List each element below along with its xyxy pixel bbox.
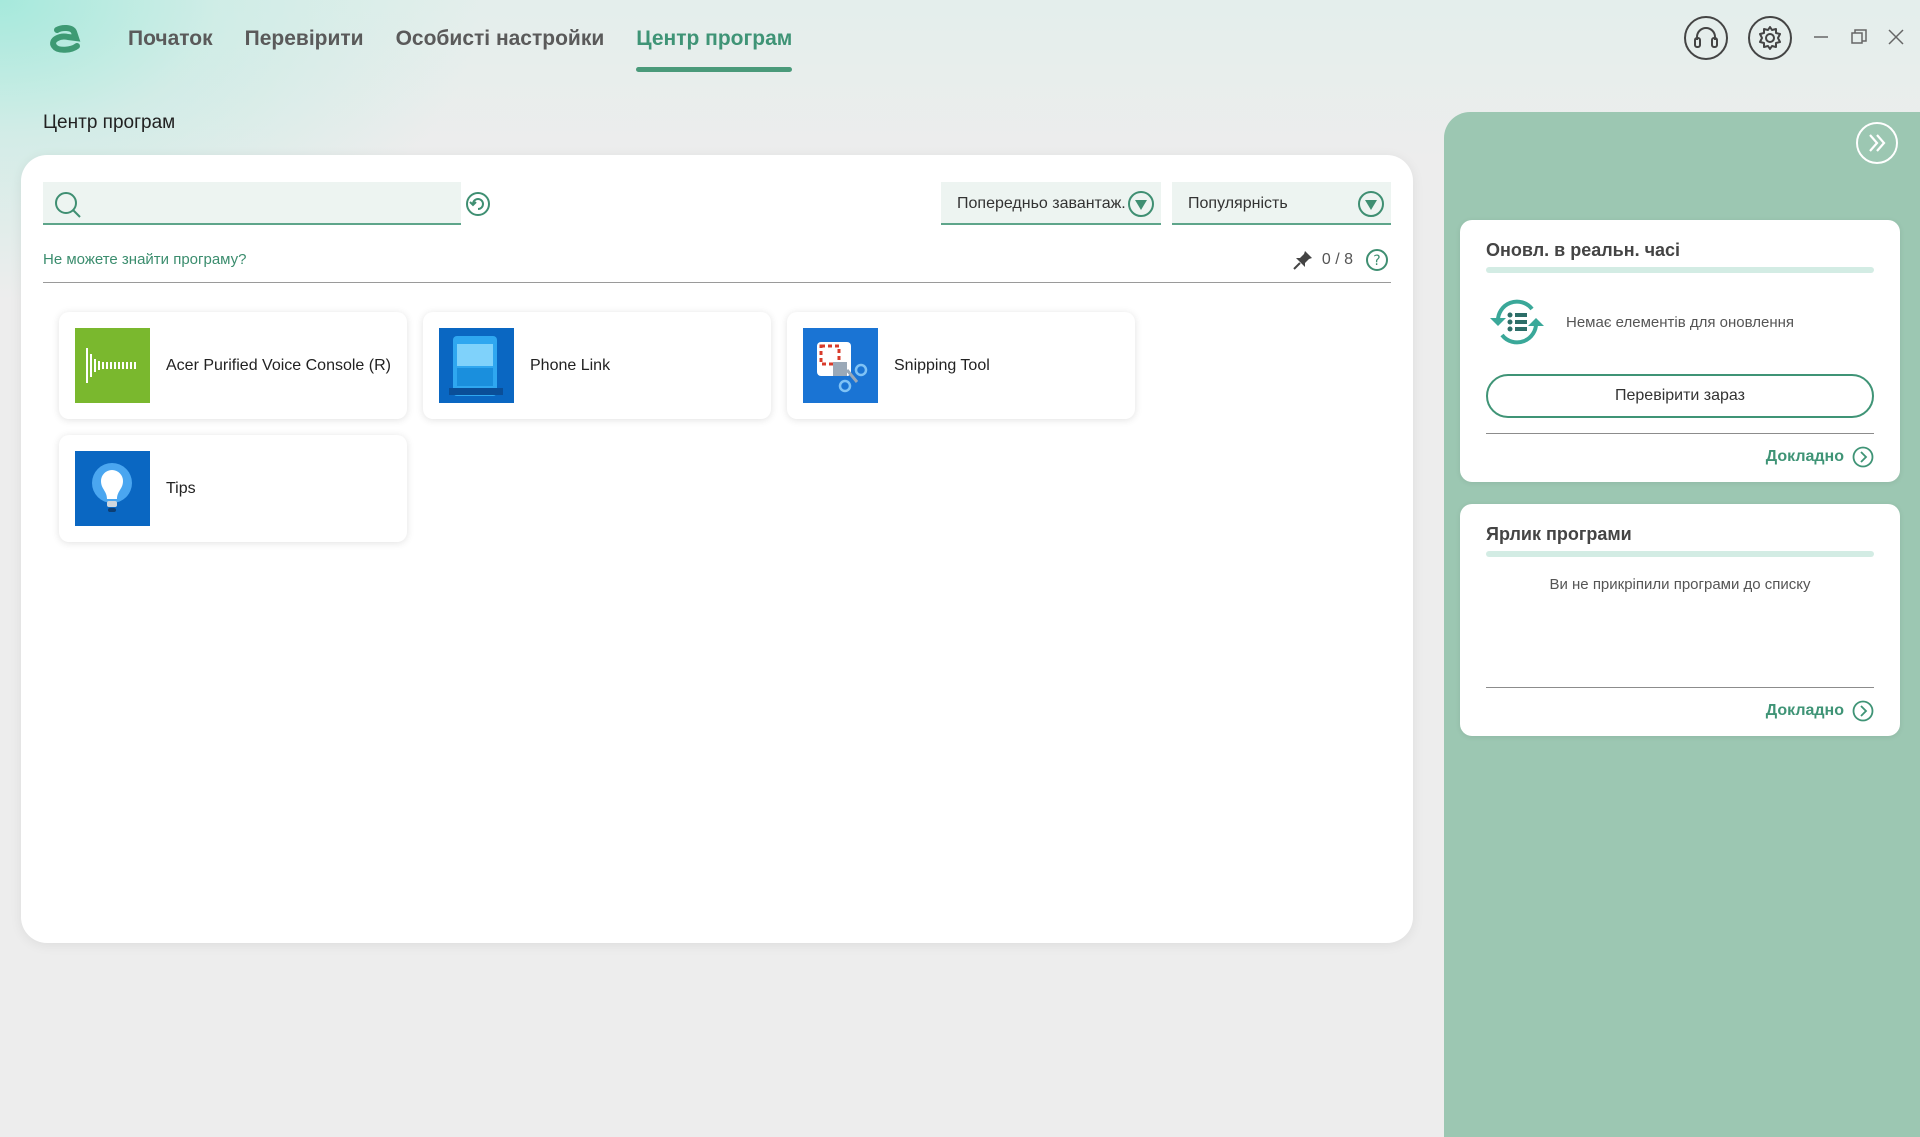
divider — [43, 282, 1391, 283]
card-title: Ярлик програми — [1486, 524, 1632, 544]
app-name: Tips — [166, 480, 196, 497]
nav-tab-personal-settings[interactable]: Особисті настройки — [396, 0, 605, 76]
minimize-icon[interactable] — [1806, 22, 1836, 52]
more-link-label: Докладно — [1765, 448, 1844, 465]
title-underline — [1486, 551, 1874, 557]
app-tile[interactable]: Tips — [59, 435, 407, 542]
preinstalled-filter-label: Попередньо завантаж. — [957, 195, 1126, 212]
app-shortcuts-card: Ярлик програми Ви не прикріпили програми… — [1460, 504, 1900, 736]
tips-icon — [75, 451, 150, 526]
refresh-icon[interactable] — [465, 191, 491, 217]
help-question-icon[interactable]: ? — [1365, 248, 1389, 272]
cant-find-app-link[interactable]: Не можете знайти програму? — [43, 251, 247, 268]
app-name: Acer Purified Voice Console (R) — [166, 357, 391, 374]
nav-tab-home[interactable]: Початок — [128, 0, 213, 76]
app-center-card: Попередньо завантаж. Популярність Не мож… — [21, 155, 1413, 943]
close-icon[interactable] — [1881, 22, 1911, 52]
chevron-down-icon — [1128, 191, 1154, 217]
card-separator — [1486, 687, 1874, 688]
collapse-chevrons-icon[interactable] — [1856, 122, 1898, 164]
sort-dropdown[interactable]: Популярність — [1172, 182, 1391, 225]
nav-tab-check[interactable]: Перевірити — [245, 0, 364, 76]
card-separator — [1486, 433, 1874, 434]
pin-counter-area: 0 / 8 ? — [1292, 246, 1389, 274]
search-icon — [55, 192, 81, 218]
no-updates-text: Немає елементів для оновлення — [1566, 314, 1795, 331]
chevron-down-icon — [1358, 191, 1384, 217]
more-link-label: Докладно — [1765, 702, 1844, 719]
acer-purified-voice-icon — [75, 328, 150, 403]
snipping-tool-icon — [803, 328, 878, 403]
check-now-button[interactable]: Перевірити зараз — [1486, 374, 1874, 418]
search-input[interactable] — [91, 182, 451, 223]
restore-icon[interactable] — [1844, 22, 1874, 52]
app-name: Snipping Tool — [894, 357, 990, 374]
phone-link-icon — [439, 328, 514, 403]
shortcuts-more-link[interactable]: Докладно — [1766, 700, 1874, 722]
chevron-right-icon — [1852, 446, 1874, 468]
sync-update-icon — [1490, 299, 1544, 345]
realtime-updates-card: Онoвл. в реальн. часі Немає елементів дл… — [1460, 220, 1900, 482]
pin-icon — [1293, 251, 1312, 270]
no-pinned-apps-text: Ви не прикріпили програми до списку — [1549, 576, 1811, 593]
updates-more-link[interactable]: Докладно — [1766, 446, 1874, 468]
svg-text:?: ? — [1373, 253, 1380, 269]
side-panel: Онoвл. в реальн. часі Немає елементів дл… — [1444, 112, 1920, 1137]
chevron-right-icon — [1852, 700, 1874, 722]
page-title: Центр програм — [43, 112, 176, 133]
preinstalled-filter-dropdown[interactable]: Попередньо завантаж. — [941, 182, 1161, 225]
app-name: Phone Link — [530, 357, 611, 374]
card-title: Онoвл. в реальн. часі — [1486, 240, 1681, 260]
app-tile[interactable]: Snipping Tool — [787, 312, 1135, 419]
support-headset-icon[interactable] — [1684, 16, 1728, 60]
main-nav: Початок Перевірити Особисті настройки Це… — [128, 0, 824, 76]
title-underline — [1486, 267, 1874, 273]
pin-count: 0 / 8 — [1321, 251, 1353, 268]
settings-gear-icon[interactable] — [1748, 16, 1792, 60]
nav-tab-app-center[interactable]: Центр програм — [636, 0, 793, 76]
sort-label: Популярність — [1188, 195, 1288, 212]
acer-logo — [44, 18, 88, 58]
search-box — [43, 182, 461, 225]
app-tile[interactable]: Acer Purified Voice Console (R) — [59, 312, 407, 419]
app-tile[interactable]: Phone Link — [423, 312, 771, 419]
